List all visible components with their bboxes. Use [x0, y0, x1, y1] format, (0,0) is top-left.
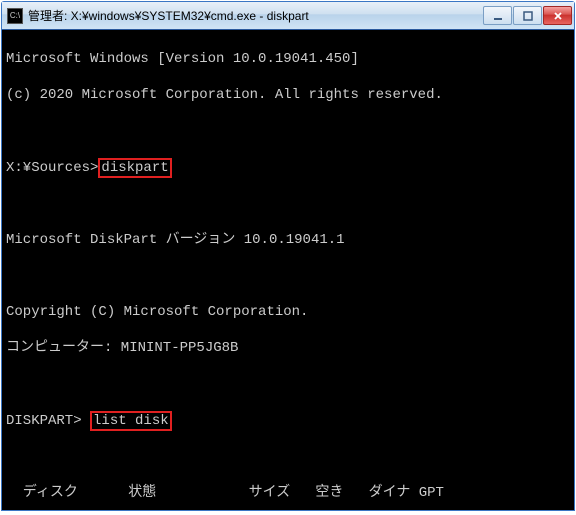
minimize-icon	[493, 11, 503, 21]
table-header: ディスク 状態 サイズ 空き ダイナ GPT	[6, 484, 570, 502]
highlighted-command: list disk	[90, 411, 172, 431]
output-line: (c) 2020 Microsoft Corporation. All righ…	[6, 86, 570, 104]
output-line: コンピューター: MININT-PP5JG8B	[6, 339, 570, 357]
highlighted-command: diskpart	[98, 158, 171, 178]
blank-line	[6, 122, 570, 140]
window-buttons	[483, 6, 572, 25]
terminal-area[interactable]: Microsoft Windows [Version 10.0.19041.45…	[2, 30, 574, 510]
blank-line	[6, 195, 570, 213]
maximize-icon	[523, 11, 533, 21]
cmd-icon: C:\	[7, 8, 23, 24]
titlebar[interactable]: C:\ 管理者: X:¥windows¥SYSTEM32¥cmd.exe - d…	[2, 2, 574, 30]
minimize-button[interactable]	[483, 6, 512, 25]
maximize-button[interactable]	[513, 6, 542, 25]
prompt-line: X:¥Sources>diskpart	[6, 158, 570, 177]
window-title: 管理者: X:¥windows¥SYSTEM32¥cmd.exe - diskp…	[28, 7, 483, 24]
output-line: Copyright (C) Microsoft Corporation.	[6, 303, 570, 321]
output-line: Microsoft DiskPart バージョン 10.0.19041.1	[6, 231, 570, 249]
cmd-window: C:\ 管理者: X:¥windows¥SYSTEM32¥cmd.exe - d…	[1, 1, 575, 511]
cmd-icon-label: C:\	[10, 11, 20, 20]
output-line: Microsoft Windows [Version 10.0.19041.45…	[6, 50, 570, 68]
blank-line	[6, 375, 570, 393]
blank-line	[6, 448, 570, 466]
diskpart-prompt: DISKPART>	[6, 413, 90, 429]
close-button[interactable]	[543, 6, 572, 25]
prompt-line: DISKPART> list disk	[6, 411, 570, 430]
blank-line	[6, 267, 570, 285]
prompt-text: X:¥Sources>	[6, 160, 98, 176]
close-icon	[553, 11, 563, 21]
